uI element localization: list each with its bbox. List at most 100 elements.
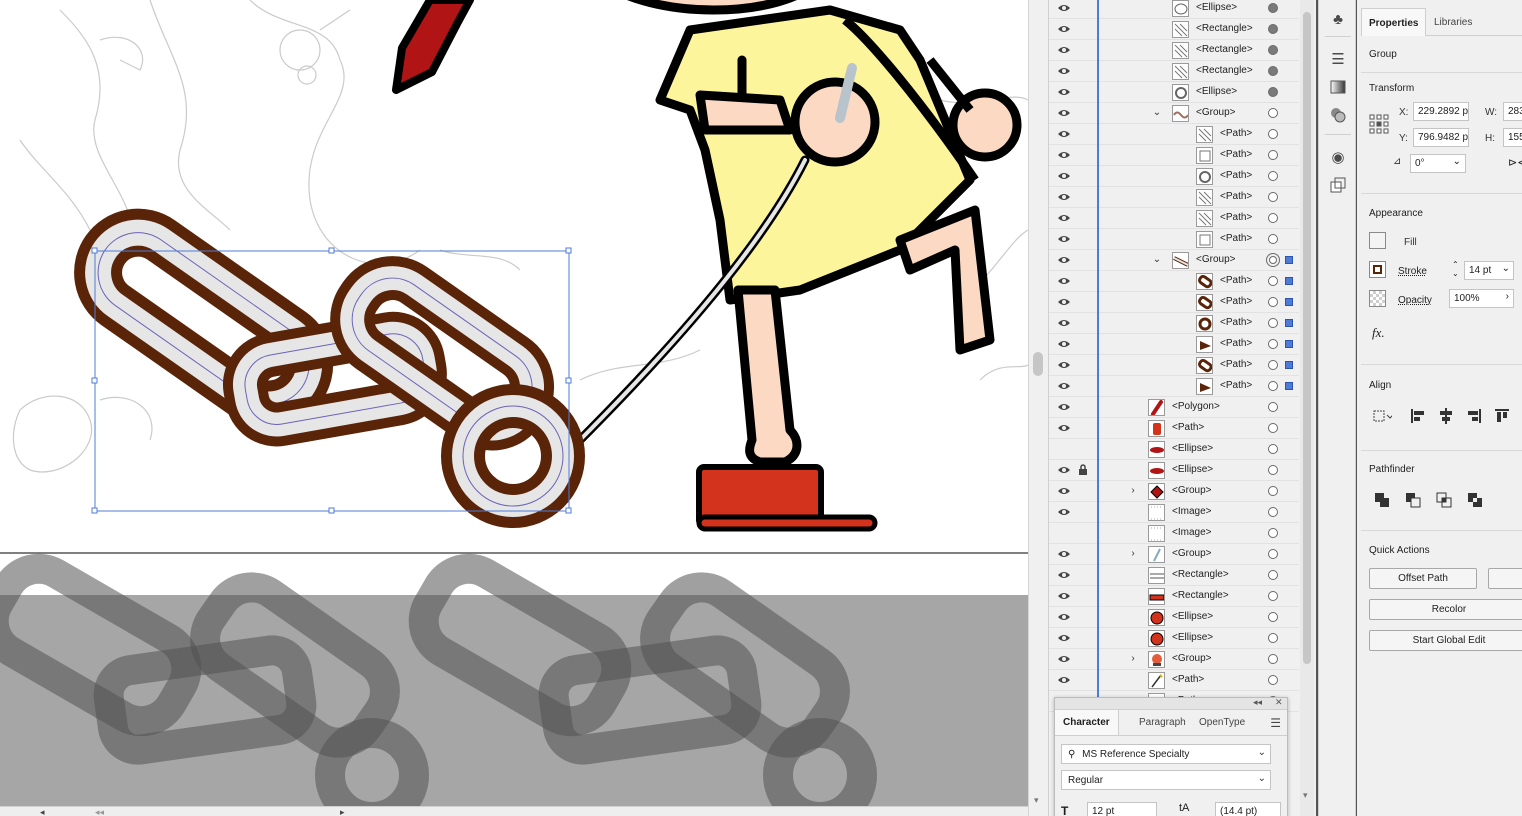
- close-icon[interactable]: ✕: [1275, 697, 1283, 708]
- gradient-icon[interactable]: [1327, 76, 1349, 98]
- visibility-eye-icon[interactable]: [1057, 317, 1071, 329]
- lock-icon[interactable]: [1077, 443, 1089, 455]
- lock-icon[interactable]: [1077, 674, 1089, 686]
- layer-row[interactable]: <Path>: [1049, 292, 1299, 313]
- target-circle-icon[interactable]: [1268, 507, 1278, 517]
- visibility-eye-icon[interactable]: [1057, 191, 1071, 203]
- visibility-eye-icon[interactable]: [1057, 443, 1071, 455]
- layer-row[interactable]: <Image>: [1049, 523, 1299, 544]
- layer-row[interactable]: › <Group>: [1049, 649, 1299, 670]
- target-circle-icon[interactable]: [1268, 423, 1278, 433]
- lock-icon[interactable]: [1077, 233, 1089, 245]
- layers-scroll-down-icon[interactable]: ▾: [1303, 790, 1308, 801]
- layer-row[interactable]: <Polygon>: [1049, 397, 1299, 418]
- appearance-icon[interactable]: ◉: [1327, 146, 1349, 168]
- layer-row[interactable]: <Path>: [1049, 145, 1299, 166]
- panel-menu-icon[interactable]: ☰: [1270, 716, 1281, 730]
- layer-row[interactable]: <Path>: [1049, 313, 1299, 334]
- layer-name[interactable]: <Path>: [1220, 380, 1252, 391]
- w-field[interactable]: 283: [1503, 102, 1522, 121]
- visibility-eye-icon[interactable]: [1057, 44, 1071, 56]
- stroke-weight-field[interactable]: 14 pt ⌄: [1464, 261, 1514, 280]
- layer-name[interactable]: <Path>: [1220, 212, 1252, 223]
- lock-icon[interactable]: [1077, 527, 1089, 539]
- target-circle-icon[interactable]: [1268, 45, 1278, 55]
- layer-row[interactable]: <Path>: [1049, 376, 1299, 397]
- scroll-down-icon[interactable]: ▾: [1034, 795, 1039, 806]
- layer-row[interactable]: <Path>: [1049, 187, 1299, 208]
- leading-field[interactable]: (14.4 pt): [1215, 802, 1281, 816]
- fill-swatch[interactable]: [1369, 232, 1386, 249]
- layer-name[interactable]: <Path>: [1220, 128, 1252, 139]
- layer-name[interactable]: <Image>: [1172, 506, 1211, 517]
- lock-icon[interactable]: [1077, 254, 1089, 266]
- target-circle-icon[interactable]: [1268, 465, 1278, 475]
- lock-icon[interactable]: [1077, 632, 1089, 644]
- lock-icon[interactable]: [1077, 191, 1089, 203]
- layer-name[interactable]: <Path>: [1220, 170, 1252, 181]
- lock-icon[interactable]: [1077, 296, 1089, 308]
- selection-indicator[interactable]: [1285, 319, 1293, 327]
- layer-row[interactable]: <Path>: [1049, 124, 1299, 145]
- target-circle-icon[interactable]: [1268, 129, 1278, 139]
- target-circle-icon[interactable]: [1268, 402, 1278, 412]
- target-circle-icon[interactable]: [1268, 87, 1278, 97]
- layer-name[interactable]: <Rectangle>: [1196, 44, 1253, 55]
- layer-row[interactable]: <Path>: [1049, 166, 1299, 187]
- layer-row[interactable]: <Ellipse>: [1049, 607, 1299, 628]
- target-circle-icon[interactable]: [1268, 360, 1278, 370]
- tab-properties[interactable]: Properties: [1361, 8, 1427, 36]
- target-circle-icon[interactable]: [1268, 528, 1278, 538]
- layer-name[interactable]: <Rectangle>: [1196, 65, 1253, 76]
- layer-row[interactable]: <Rectangle>: [1049, 19, 1299, 40]
- lock-icon[interactable]: [1077, 65, 1089, 77]
- layer-name[interactable]: <Ellipse>: [1172, 443, 1213, 454]
- layer-name[interactable]: <Path>: [1172, 674, 1204, 685]
- visibility-eye-icon[interactable]: [1057, 170, 1071, 182]
- visibility-eye-icon[interactable]: [1057, 506, 1071, 518]
- layer-row[interactable]: <Rectangle>: [1049, 565, 1299, 586]
- lock-icon[interactable]: [1077, 590, 1089, 602]
- lock-icon[interactable]: [1077, 611, 1089, 623]
- target-circle-icon[interactable]: [1268, 234, 1278, 244]
- visibility-eye-icon[interactable]: [1057, 212, 1071, 224]
- visibility-eye-icon[interactable]: [1057, 527, 1071, 539]
- target-circle-icon[interactable]: [1268, 444, 1278, 454]
- font-family-select[interactable]: ⚲ MS Reference Specialty ⌄: [1061, 744, 1271, 764]
- reference-point-icon[interactable]: [1369, 114, 1389, 137]
- visibility-eye-icon[interactable]: [1057, 590, 1071, 602]
- visibility-eye-icon[interactable]: [1057, 485, 1071, 497]
- flip-horizontal-icon[interactable]: ⊳⊲: [1508, 156, 1522, 169]
- layer-name[interactable]: <Ellipse>: [1172, 464, 1213, 475]
- layer-name[interactable]: <Path>: [1220, 149, 1252, 160]
- align-to-icon[interactable]: [1371, 405, 1393, 427]
- visibility-eye-icon[interactable]: [1057, 2, 1071, 14]
- layer-name[interactable]: <Ellipse>: [1196, 2, 1237, 13]
- lock-icon[interactable]: [1077, 107, 1089, 119]
- visibility-eye-icon[interactable]: [1057, 548, 1071, 560]
- h-field[interactable]: 155: [1503, 128, 1522, 147]
- layer-row[interactable]: <Rectangle>: [1049, 586, 1299, 607]
- target-circle-icon[interactable]: [1269, 256, 1277, 264]
- lock-icon[interactable]: [1077, 86, 1089, 98]
- target-circle-icon[interactable]: [1268, 675, 1278, 685]
- layer-name[interactable]: <Polygon>: [1172, 401, 1220, 412]
- lock-icon[interactable]: [1077, 212, 1089, 224]
- opacity-field[interactable]: 100% ›: [1449, 289, 1514, 308]
- layer-name[interactable]: <Ellipse>: [1172, 611, 1213, 622]
- expand-chevron-icon[interactable]: ›: [1127, 485, 1139, 497]
- layer-row[interactable]: <Ellipse>: [1049, 628, 1299, 649]
- layer-name[interactable]: <Path>: [1172, 422, 1204, 433]
- align-right-icon[interactable]: [1463, 405, 1485, 427]
- lock-icon[interactable]: [1077, 359, 1089, 371]
- target-circle-icon[interactable]: [1268, 24, 1278, 34]
- lock-icon[interactable]: [1077, 338, 1089, 350]
- intersect-icon[interactable]: [1433, 489, 1455, 511]
- visibility-eye-icon[interactable]: [1057, 23, 1071, 35]
- align-left-icon[interactable]: [1407, 405, 1429, 427]
- layer-name[interactable]: <Group>: [1172, 548, 1211, 559]
- layer-name[interactable]: <Group>: [1196, 107, 1235, 118]
- lock-icon[interactable]: [1077, 464, 1089, 476]
- font-style-select[interactable]: Regular ⌄: [1061, 770, 1271, 790]
- layer-row[interactable]: <Image>: [1049, 502, 1299, 523]
